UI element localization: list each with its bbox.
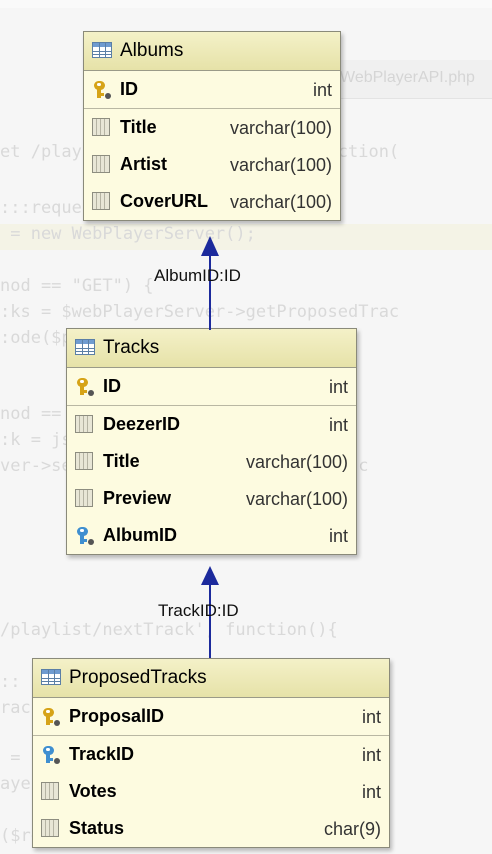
relation-arrow-trackid xyxy=(201,566,219,585)
relation-arrow-albumid xyxy=(201,236,219,256)
relations-layer xyxy=(201,236,219,658)
relation-label-albumid: AlbumID:ID xyxy=(154,266,241,285)
relation-label-trackid: TrackID:ID xyxy=(158,601,239,620)
